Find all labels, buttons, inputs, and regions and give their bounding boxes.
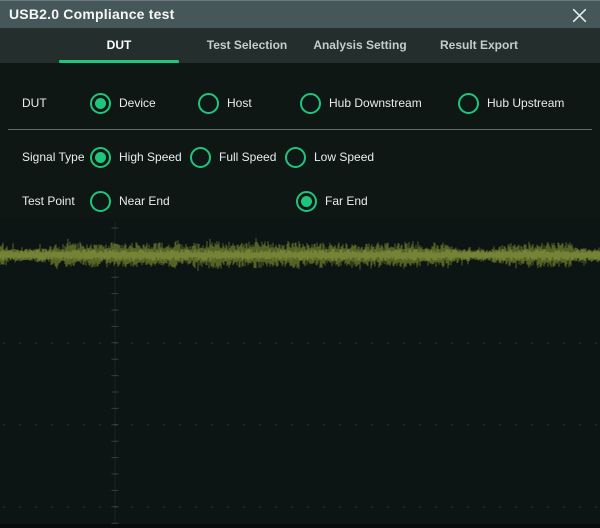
radio-icon <box>90 93 111 114</box>
tab-result-export-label: Result Export <box>440 38 518 52</box>
dialog-titlebar: USB2.0 Compliance test <box>0 0 600 28</box>
radio-option-near-end[interactable]: Near End <box>90 187 170 215</box>
radio-label: High Speed <box>119 150 182 164</box>
dialog-title: USB2.0 Compliance test <box>9 1 174 28</box>
radio-option-hub-downstream[interactable]: Hub Downstream <box>300 89 422 117</box>
dut-row-label: DUT <box>22 89 47 117</box>
test-point-row: Test Point Near End Far End <box>0 187 600 215</box>
radio-label: Hub Downstream <box>329 96 422 110</box>
radio-option-full-speed[interactable]: Full Speed <box>190 143 276 171</box>
close-button[interactable] <box>562 1 596 29</box>
radio-label: Hub Upstream <box>487 96 564 110</box>
tab-result-export[interactable]: Result Export <box>419 28 539 63</box>
radio-icon <box>90 147 111 168</box>
radio-icon <box>300 93 321 114</box>
radio-label: Far End <box>325 194 368 208</box>
close-icon <box>571 7 588 24</box>
tab-analysis-setting[interactable]: Analysis Setting <box>300 28 420 63</box>
section-divider <box>8 129 592 130</box>
radio-option-low-speed[interactable]: Low Speed <box>285 143 374 171</box>
tab-analysis-setting-label: Analysis Setting <box>313 38 406 52</box>
tab-dut-label: DUT <box>107 38 132 52</box>
radio-icon <box>458 93 479 114</box>
tab-bar: DUT Test Selection Analysis Setting Resu… <box>0 28 600 63</box>
tab-test-selection[interactable]: Test Selection <box>187 28 307 63</box>
radio-option-high-speed[interactable]: High Speed <box>90 143 182 171</box>
radio-icon <box>296 191 317 212</box>
radio-icon <box>285 147 306 168</box>
signal-type-row-label: Signal Type <box>22 143 85 171</box>
radio-icon <box>198 93 219 114</box>
radio-icon <box>190 147 211 168</box>
radio-label: Host <box>227 96 252 110</box>
test-point-row-label: Test Point <box>22 187 75 215</box>
tab-test-selection-label: Test Selection <box>207 38 287 52</box>
signal-type-row: Signal Type High Speed Full Speed Low Sp… <box>0 143 600 171</box>
oscilloscope-screen: USB2.0 Compliance test DUT Test Selectio… <box>0 0 600 528</box>
dut-row: DUT Device Host Hub Downstream Hub Upstr… <box>0 89 600 117</box>
scope-display <box>0 218 600 528</box>
radio-option-hub-upstream[interactable]: Hub Upstream <box>458 89 564 117</box>
radio-option-far-end[interactable]: Far End <box>296 187 368 215</box>
radio-label: Full Speed <box>219 150 276 164</box>
radio-label: Near End <box>119 194 170 208</box>
usb-compliance-dialog: USB2.0 Compliance test DUT Test Selectio… <box>0 0 600 218</box>
screen-bottom-edge <box>0 524 600 528</box>
radio-icon <box>90 191 111 212</box>
radio-option-device[interactable]: Device <box>90 89 156 117</box>
radio-label: Device <box>119 96 156 110</box>
radio-option-host[interactable]: Host <box>198 89 252 117</box>
radio-label: Low Speed <box>314 150 374 164</box>
waveform-trace <box>0 218 600 528</box>
tab-dut[interactable]: DUT <box>59 28 179 63</box>
